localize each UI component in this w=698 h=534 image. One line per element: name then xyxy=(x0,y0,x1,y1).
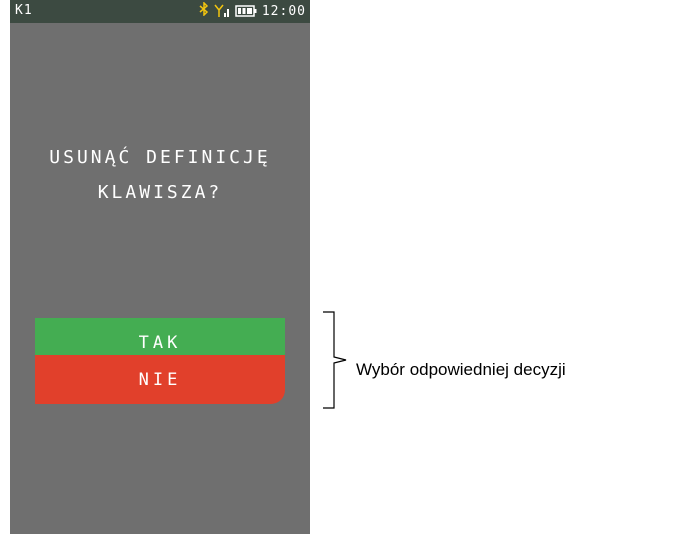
clock: 12:00 xyxy=(261,3,306,19)
no-button[interactable]: NIE xyxy=(35,355,285,404)
device-screen: K1 12:00 USUNĄĆ DEFINICJĘ KLAWISZA? TAK … xyxy=(10,0,310,534)
question-line-1: USUNĄĆ DEFINICJĘ xyxy=(49,147,271,168)
confirmation-question: USUNĄĆ DEFINICJĘ KLAWISZA? xyxy=(10,140,310,210)
status-icons: 12:00 xyxy=(199,1,306,20)
brace-bracket xyxy=(323,311,347,409)
status-bar: K1 12:00 xyxy=(10,0,310,23)
annotation-label: Wybór odpowiedniej decyzji xyxy=(356,360,566,379)
window-label: K1 xyxy=(15,3,33,18)
question-line-2: KLAWISZA? xyxy=(97,182,223,203)
bluetooth-icon xyxy=(199,1,209,20)
battery-icon xyxy=(235,5,257,17)
signal-icon xyxy=(214,4,229,17)
